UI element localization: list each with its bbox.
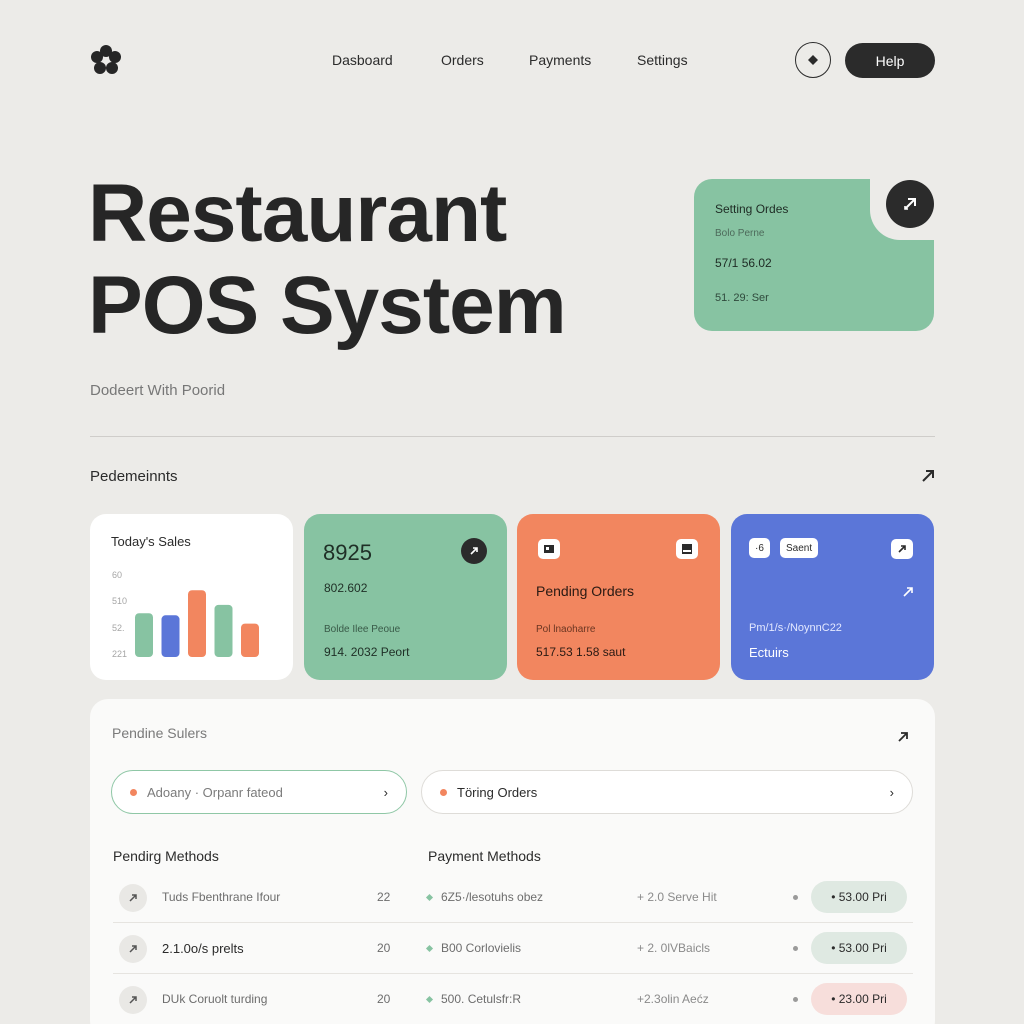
row-name: Tuds Fbenthrane Ifour xyxy=(162,890,281,904)
receipt-icon xyxy=(538,539,560,559)
row-amount-badge[interactable]: • 53.00 Pri xyxy=(811,881,907,913)
row-name: 2.1.0o/s prelts xyxy=(162,941,244,956)
orders-select[interactable]: Töring Orders › xyxy=(421,770,913,814)
close-icon[interactable] xyxy=(119,986,147,1014)
category-select-value: Adoany · Orpanr fateod xyxy=(147,784,283,800)
revenue-open-button[interactable] xyxy=(461,538,487,564)
orders-select-value: Töring Orders xyxy=(457,784,538,800)
payment-methods-heading: Payment Methods xyxy=(428,848,541,864)
row-detail: + 2.0 Serve Hit xyxy=(637,890,717,904)
close-icon[interactable] xyxy=(119,884,147,912)
pending-orders-title: Pending Orders xyxy=(536,583,635,599)
revenue-label: Bolde Ilee Peoue xyxy=(324,624,401,635)
page-title: Restaurant POS System xyxy=(88,168,567,352)
method-marker xyxy=(425,944,434,953)
revenue-value: 8925 xyxy=(323,540,372,565)
table-row[interactable]: DUk Coruolt turding 20 500. Cetulsfr:R +… xyxy=(113,975,913,1024)
page-subtitle: Dodeert With Poorid xyxy=(90,382,226,399)
pending-orders-label: Pol lnaoharre xyxy=(536,624,596,635)
method-marker xyxy=(425,893,434,902)
pending-methods-heading: Pendirg Methods xyxy=(113,848,219,864)
arrow-up-right-icon[interactable] xyxy=(901,585,915,599)
arrow-up-right-icon xyxy=(470,547,478,555)
separator-dot xyxy=(793,895,798,900)
calendar-icon[interactable] xyxy=(676,539,698,559)
diamond-icon xyxy=(808,55,818,65)
hero-card-title: Setting Ordes xyxy=(715,202,789,216)
table-row[interactable]: 2.1.0o/s prelts 20 B00 Corlovielis + 2. … xyxy=(113,924,913,974)
row-amount-badge[interactable]: • 23.00 Pri xyxy=(811,983,907,1015)
method-marker xyxy=(425,995,434,1004)
nav-orders[interactable]: Orders xyxy=(441,52,484,68)
page-title-line2: POS System xyxy=(88,260,567,351)
revenue-sub: 802.602 xyxy=(324,581,368,595)
sales-bar xyxy=(188,590,206,657)
row-name: DUk Coruolt turding xyxy=(162,992,268,1006)
panel-title: Pendine Sulers xyxy=(112,725,207,741)
y-tick-label: 52. xyxy=(112,623,125,633)
row-amount-badge[interactable]: • 53.00 Pri xyxy=(811,932,907,964)
card-tag[interactable]: ·6 xyxy=(749,538,770,558)
returns-card[interactable]: ·6 Saent Pm/1/s·/NoynnC22 Ectuirs xyxy=(731,514,934,680)
row-count: 22 xyxy=(377,890,391,904)
open-card-button[interactable] xyxy=(886,180,934,228)
returns-title: Ectuirs xyxy=(749,645,789,660)
row-count: 20 xyxy=(377,941,391,955)
theme-toggle-button[interactable] xyxy=(795,42,831,78)
row-method: B00 Corlovielis xyxy=(441,941,522,955)
row-detail: +2.3olin Aećz xyxy=(637,992,709,1006)
card-tag-secondary[interactable]: Saent xyxy=(780,538,819,558)
divider xyxy=(90,436,935,437)
row-method: 500. Cetulsfr:R xyxy=(441,992,522,1006)
revenue-card[interactable]: 8925 802.602 Bolde Ilee Peoue 914. 2032 … xyxy=(304,514,507,680)
revenue-amount: 914. 2032 Peort xyxy=(324,645,410,659)
hero-card-subtitle: Bolo Perne xyxy=(715,228,765,239)
row-count: 20 xyxy=(377,992,391,1006)
nav-settings[interactable]: Settings xyxy=(637,52,688,68)
returns-label: Pm/1/s·/NoynnC22 xyxy=(749,622,842,634)
table-row[interactable]: Tuds Fbenthrane Ifour 22 6Z5·/lesotuhs o… xyxy=(113,873,913,923)
separator-dot xyxy=(793,997,798,1002)
row-detail: + 2. 0lVBaicls xyxy=(637,941,711,955)
sales-bar xyxy=(161,615,180,657)
category-select[interactable]: Adoany · Orpanr fateod › xyxy=(111,770,407,814)
y-tick-label: 221 xyxy=(112,649,127,659)
sales-bar xyxy=(241,623,259,657)
y-tick-label: 60 xyxy=(112,570,122,580)
page-title-line1: Restaurant xyxy=(88,168,507,259)
nav-dashboard[interactable]: Dasboard xyxy=(332,52,393,68)
arrow-up-right-icon[interactable] xyxy=(895,729,911,745)
arrow-up-right-icon xyxy=(904,198,916,210)
sales-bar xyxy=(214,604,233,657)
expand-icon[interactable] xyxy=(891,539,913,559)
section-title: Pedemeinnts xyxy=(90,468,178,485)
flower-logo-icon[interactable] xyxy=(90,44,122,76)
chevron-right-icon: › xyxy=(889,784,894,800)
separator-dot xyxy=(793,946,798,951)
sales-bar xyxy=(135,613,153,657)
hero-card-value: 57/1 56.02 xyxy=(715,256,772,270)
todays-sales-card[interactable]: Today's Sales 60 510 52. 221 xyxy=(90,514,293,680)
pending-orders-card[interactable]: Pending Orders Pol lnaoharre 517.53 1.58… xyxy=(517,514,720,680)
nav-payments[interactable]: Payments xyxy=(529,52,591,68)
sales-bar-chart: 60 510 52. 221 xyxy=(112,570,259,659)
hero-card-value-secondary: 51. 29: Ser xyxy=(715,292,769,304)
status-dot xyxy=(130,788,137,796)
pending-orders-amount: 517.53 1.58 saut xyxy=(536,645,626,659)
help-button[interactable]: Help xyxy=(845,43,935,78)
arrow-up-right-icon[interactable] xyxy=(918,466,938,486)
status-dot xyxy=(440,788,447,796)
y-tick-label: 510 xyxy=(112,596,127,606)
chevron-right-icon: › xyxy=(383,784,388,800)
row-method: 6Z5·/lesotuhs obez xyxy=(441,890,544,904)
close-icon[interactable] xyxy=(119,935,147,963)
